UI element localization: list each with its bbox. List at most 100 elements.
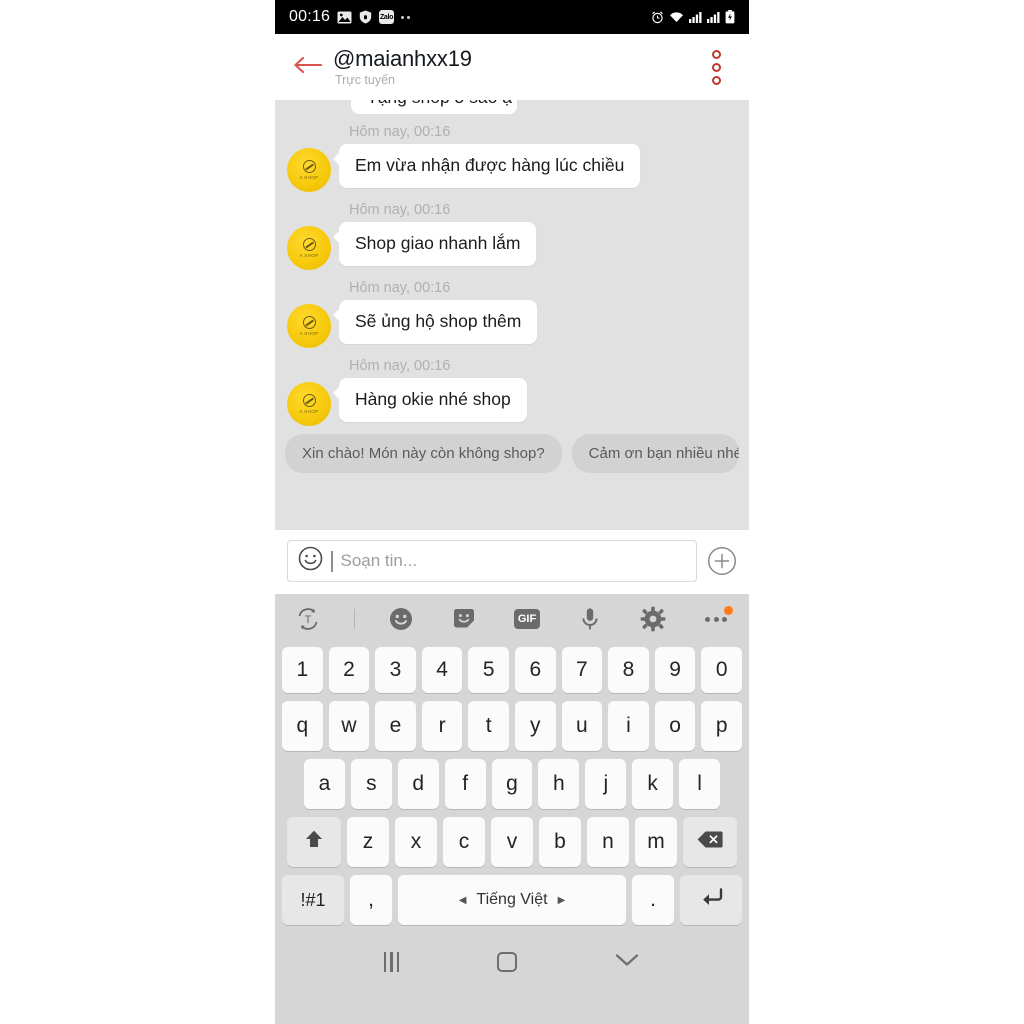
gif-icon[interactable]: GIF [510, 602, 544, 636]
keyboard-rows: 1 2 3 4 5 6 7 8 9 0 q w e r t y u i o p … [275, 644, 749, 933]
comma-key[interactable]: , [350, 875, 392, 925]
avatar[interactable]: A SHOP [287, 226, 331, 270]
symbols-key[interactable]: !#1 [282, 875, 344, 925]
back-button[interactable] [287, 46, 329, 88]
chat-header-texts[interactable]: @maianhxx19 Trực tuyến [333, 47, 472, 87]
sticker-icon[interactable] [447, 602, 481, 636]
message-text: Sẽ ủng hộ shop thêm [355, 311, 522, 331]
message-bubble[interactable]: Em vừa nhận được hàng lúc chiều [332, 144, 641, 188]
message-list[interactable]: Tặng shop 5 sao ạ A SHOP Hôm nay, 00:16 … [275, 100, 749, 530]
key-n[interactable]: n [587, 817, 629, 867]
message-bubble[interactable]: Sẽ ủng hộ shop thêm [332, 300, 538, 344]
avatar-label: A SHOP [299, 253, 319, 258]
avatar-label: A SHOP [299, 331, 319, 336]
settings-gear-icon[interactable] [636, 602, 670, 636]
shop-logo-icon [302, 160, 316, 173]
key-d[interactable]: d [397, 759, 439, 809]
shift-key[interactable] [287, 817, 341, 867]
more-options-icon[interactable] [699, 602, 733, 636]
signal-icon [689, 11, 702, 23]
enter-key[interactable] [680, 875, 742, 925]
key-0[interactable]: 0 [701, 647, 742, 693]
key-q[interactable]: q [282, 701, 323, 751]
emoji-smiley-icon[interactable] [298, 546, 323, 576]
quick-reply-chip-1[interactable]: Xin chào! Món này còn không shop? [285, 434, 562, 473]
quick-reply-bar: Xin chào! Món này còn không shop? Cảm ơn… [275, 426, 749, 483]
kebab-dot-icon [711, 62, 721, 72]
quick-reply-chip-2[interactable]: Cảm ơn bạn nhiều nhé! [571, 434, 739, 473]
message-text: Em vừa nhận được hàng lúc chiều [355, 155, 625, 175]
system-navigation-bar [275, 933, 749, 991]
chat-app-bar: @maianhxx19 Trực tuyến [275, 34, 749, 100]
key-w[interactable]: w [328, 701, 370, 751]
message-bubble[interactable]: Shop giao nhanh lắm [332, 222, 537, 266]
key-9[interactable]: 9 [654, 647, 696, 693]
three-dots-icon [705, 616, 727, 622]
next-language-icon[interactable]: ▶ [558, 895, 566, 906]
message-input-placeholder: Soạn tin... [340, 551, 418, 570]
message-bubble[interactable]: Hàng okie nhé shop [333, 378, 527, 422]
avatar-label: A SHOP [299, 409, 319, 414]
shop-logo-icon [302, 394, 316, 407]
key-i[interactable]: i [608, 701, 649, 751]
image-icon [337, 11, 352, 24]
screenshot-root: 00:16 Zalo @maianhxx19 Trực tuyến A SHOP… [0, 0, 1024, 1024]
period-key[interactable]: . [632, 875, 674, 925]
status-bar: 00:16 Zalo [275, 0, 749, 34]
svg-text:T: T [305, 614, 312, 626]
key-z[interactable]: z [347, 817, 389, 867]
battery-charging-icon [725, 10, 735, 24]
avatar[interactable]: A SHOP [287, 304, 331, 348]
key-5[interactable]: 5 [468, 647, 509, 693]
message-composer: Soạn tin... [275, 530, 749, 594]
home-square-icon[interactable] [496, 952, 517, 972]
text-cursor [331, 550, 333, 572]
key-f[interactable]: f [444, 759, 486, 809]
key-m[interactable]: m [635, 817, 677, 867]
key-6[interactable]: 6 [515, 647, 556, 693]
key-7[interactable]: 7 [561, 647, 603, 693]
translate-icon[interactable]: T [291, 602, 325, 636]
key-e[interactable]: e [375, 701, 416, 751]
recent-apps-icon[interactable] [383, 952, 400, 972]
prev-language-icon[interactable]: ◀ [459, 895, 467, 906]
key-y[interactable]: y [515, 701, 556, 751]
key-r[interactable]: r [421, 701, 463, 751]
key-p[interactable]: p [701, 701, 742, 751]
zalo-icon: Zalo [379, 10, 395, 24]
enter-return-icon [698, 886, 724, 914]
key-u[interactable]: u [561, 701, 603, 751]
microphone-icon[interactable] [573, 602, 607, 636]
key-2[interactable]: 2 [328, 647, 370, 693]
key-x[interactable]: x [395, 817, 437, 867]
space-key[interactable]: ◀ Tiếng Việt ▶ [398, 875, 626, 925]
shop-logo-icon [302, 238, 316, 251]
key-o[interactable]: o [654, 701, 696, 751]
key-l[interactable]: l [679, 759, 721, 809]
key-j[interactable]: j [585, 759, 627, 809]
overflow-menu-button[interactable] [699, 45, 733, 89]
key-v[interactable]: v [491, 817, 533, 867]
key-b[interactable]: b [539, 817, 581, 867]
key-3[interactable]: 3 [375, 647, 416, 693]
key-s[interactable]: s [350, 759, 392, 809]
backspace-key[interactable] [683, 817, 737, 867]
avatar[interactable]: A SHOP [287, 148, 331, 192]
key-a[interactable]: a [304, 759, 345, 809]
keyboard-row-numbers: 1 2 3 4 5 6 7 8 9 0 [279, 647, 745, 693]
key-t[interactable]: t [468, 701, 509, 751]
key-4[interactable]: 4 [421, 647, 463, 693]
avatar[interactable]: A SHOP [287, 382, 331, 426]
key-h[interactable]: h [538, 759, 580, 809]
key-1[interactable]: 1 [282, 647, 323, 693]
key-c[interactable]: c [443, 817, 485, 867]
shop-logo-icon [302, 316, 316, 329]
key-g[interactable]: g [491, 759, 533, 809]
message-input[interactable]: Soạn tin... [287, 540, 697, 582]
attachment-button[interactable] [707, 546, 737, 576]
key-k[interactable]: k [632, 759, 674, 809]
message-bubble-clipped[interactable]: Tặng shop 5 sao ạ [351, 100, 517, 114]
emoji-icon[interactable] [384, 602, 418, 636]
chevron-down-icon[interactable] [614, 952, 640, 973]
key-8[interactable]: 8 [608, 647, 649, 693]
